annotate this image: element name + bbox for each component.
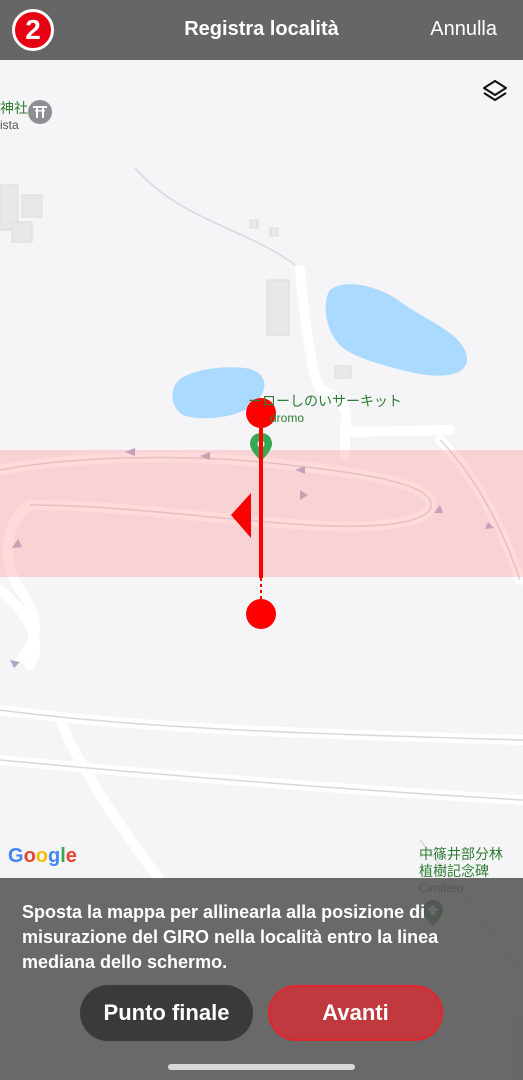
layers-icon[interactable] <box>481 78 509 106</box>
instruction-text: Sposta la mappa per allinearla alla posi… <box>22 902 439 972</box>
next-button[interactable]: Avanti <box>268 985 443 1041</box>
circuit-name[interactable]: ーローしのいサーキット <box>248 393 402 409</box>
cemetery-name-line2: 植樹記念碑 <box>419 863 489 879</box>
shrine-name: 神社 <box>0 100 28 116</box>
cemetery-name-line1[interactable]: 中篠井部分林 <box>419 846 503 862</box>
top-bar: 2 Registra località Annulla <box>0 0 523 60</box>
home-indicator[interactable] <box>168 1064 355 1070</box>
shrine-type: ista <box>0 118 19 132</box>
cancel-button[interactable]: Annulla <box>430 18 497 41</box>
google-logo: Google <box>8 845 77 867</box>
circuit-type: dromo <box>270 411 305 425</box>
end-point-button[interactable]: Punto finale <box>80 985 253 1041</box>
